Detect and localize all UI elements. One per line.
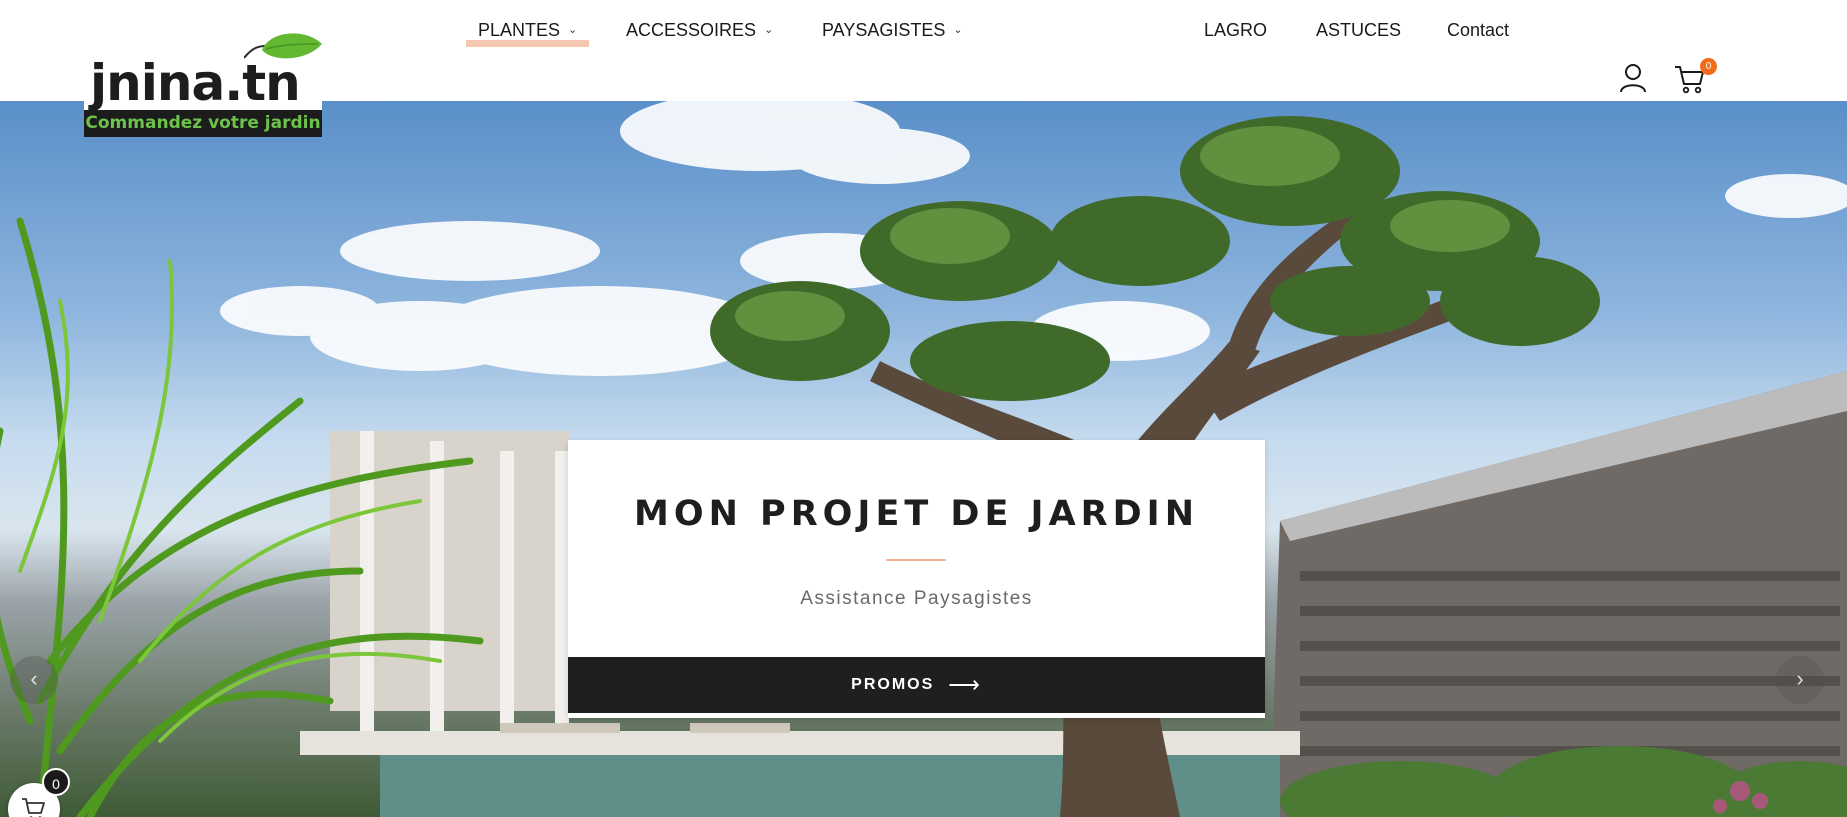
floating-cart-count: 0 <box>42 768 70 796</box>
hero-title: MON PROJET DE JARDIN <box>634 494 1199 534</box>
prev-slide-button[interactable]: ‹ <box>10 656 58 704</box>
nav-item-label: PAYSAGISTES <box>822 20 946 40</box>
nav-item-label: Contact <box>1447 20 1510 40</box>
promos-button[interactable]: PROMOS ⟶ <box>568 657 1265 713</box>
nav-item-label: ASTUCES <box>1316 20 1402 40</box>
user-icon[interactable] <box>1619 63 1647 98</box>
hero-promo-card: MON PROJET DE JARDIN Assistance Paysagis… <box>568 440 1265 718</box>
nav-item-label: ACCESSOIRES <box>626 20 757 40</box>
nav-item-label: LAGRO <box>1204 20 1268 40</box>
site-logo[interactable]: jnina.tn Commandez votre jardin <box>84 30 322 137</box>
nav-item-plantes[interactable]: PLANTES ⌄ <box>465 20 590 47</box>
chevron-down-icon: ⌄ <box>764 24 774 36</box>
hero-subtitle: Assistance Paysagistes <box>800 588 1033 609</box>
cart-count-badge: 0 <box>1700 58 1717 75</box>
brand-tagline: Commandez votre jardin <box>84 110 322 137</box>
promos-button-label: PROMOS <box>851 676 935 693</box>
chevron-down-icon: ⌄ <box>568 24 578 36</box>
arrow-right-icon: ⟶ <box>948 672 982 697</box>
nav-item-label: PLANTES <box>478 20 561 40</box>
title-divider <box>886 559 946 561</box>
nav-item-accessoires[interactable]: ACCESSOIRES ⌄ <box>626 20 773 41</box>
chevron-down-icon: ⌄ <box>953 24 963 36</box>
nav-item-lagro[interactable]: LAGRO <box>1204 20 1267 41</box>
nav-item-contact[interactable]: Contact <box>1447 20 1509 41</box>
nav-item-paysagistes[interactable]: PAYSAGISTES ⌄ <box>822 20 963 41</box>
next-slide-button[interactable]: › <box>1776 656 1824 704</box>
brand-name: jnina.tn <box>90 54 301 112</box>
nav-item-astuces[interactable]: ASTUCES <box>1316 20 1401 41</box>
